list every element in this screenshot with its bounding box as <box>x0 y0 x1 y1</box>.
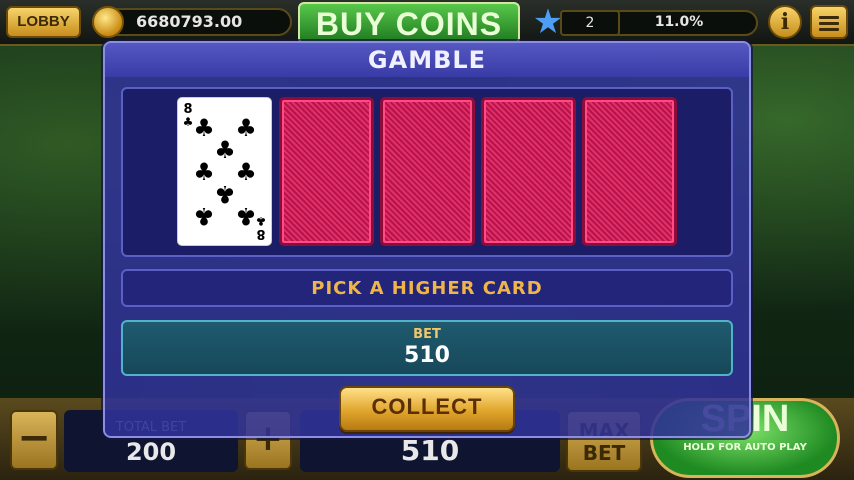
instruction-text: PICK A HIGHER CARD <box>311 278 543 299</box>
total-bet-value: 200 <box>125 438 177 466</box>
menu-icon <box>819 16 839 19</box>
club-pip-icon: ♣ <box>214 136 236 164</box>
card-rank-bottom: 8 <box>256 226 266 241</box>
info-button[interactable]: i <box>768 5 802 39</box>
club-pip-icon: ♣ <box>235 114 257 142</box>
bet-label: BET <box>413 327 441 342</box>
club-pip-icon: ♣ <box>214 180 236 208</box>
pick-card-4[interactable] <box>582 97 677 246</box>
win-value: 510 <box>400 434 460 467</box>
club-pip-icon: ♣ <box>235 158 257 186</box>
balance-value: 6680793.00 <box>136 12 243 31</box>
club-pip-icon: ♣ <box>193 202 215 230</box>
xp-percent: 11.0% <box>654 14 704 30</box>
club-pip-icon: ♣ <box>193 114 215 142</box>
pick-card-3[interactable] <box>481 97 576 246</box>
collect-label: COLLECT <box>371 394 483 419</box>
buy-coins-button[interactable]: BUY COINS <box>298 2 520 44</box>
max-bet-label-line2: BET <box>582 441 626 465</box>
club-pip-icon: ♣ <box>193 158 215 186</box>
bet-value: 510 <box>404 343 450 368</box>
spin-sub-label: HOLD FOR AUTO PLAY <box>683 442 807 453</box>
gamble-title: GAMBLE <box>367 46 487 74</box>
pick-card-1[interactable] <box>279 97 374 246</box>
lobby-button[interactable]: LOBBY <box>6 6 81 38</box>
pick-card-2[interactable] <box>380 97 475 246</box>
menu-button[interactable] <box>810 5 848 39</box>
decrease-bet-button[interactable]: − <box>10 410 58 470</box>
club-pip-icon: ♣ <box>235 202 257 230</box>
coin-icon <box>92 6 124 38</box>
dealer-card: 8 ♣ 8 ♣ ♣ ♣ ♣ ♣ ♣ ♣ ♣ ♣ <box>177 97 272 246</box>
